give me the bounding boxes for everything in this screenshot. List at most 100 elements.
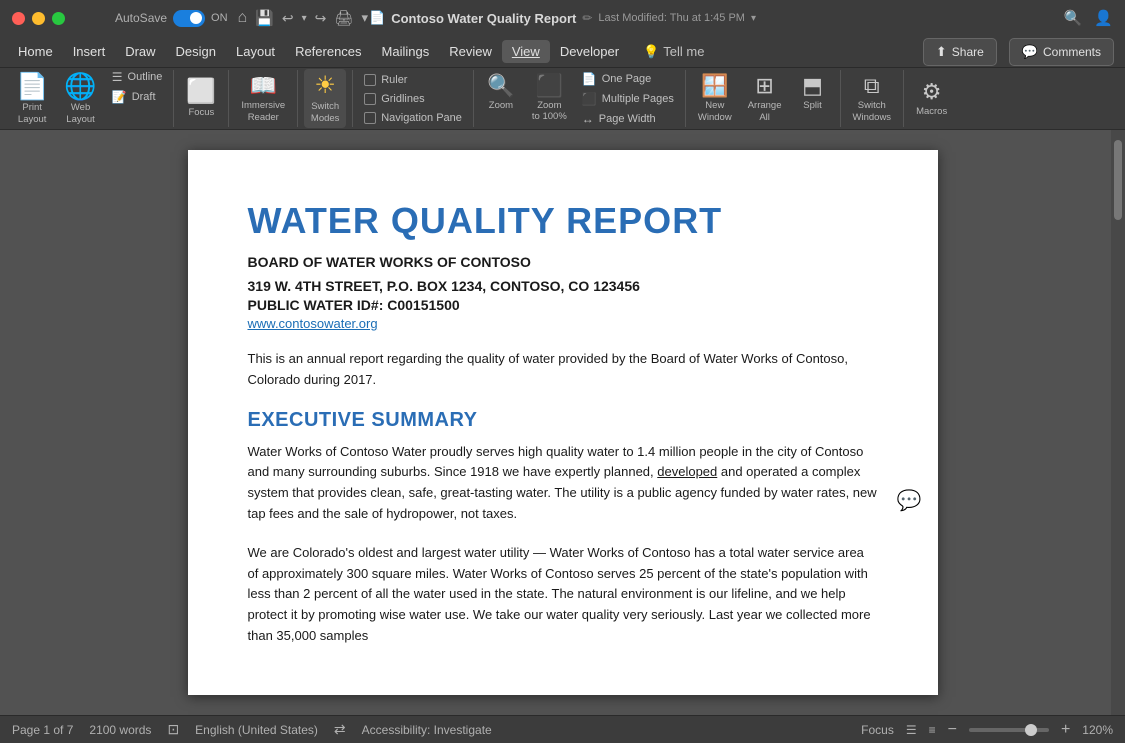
split-icon: ⬒ [802,74,823,98]
status-right: Focus ☰ ≡ − + 120% [861,721,1113,739]
web-layout-button[interactable]: 🌐 WebLayout [58,68,102,129]
menu-review[interactable]: Review [439,40,502,63]
align-left-icon[interactable]: ☰ [906,723,917,737]
document-address2: PUBLIC WATER ID#: C00151500 [248,297,878,313]
zoom-plus-button[interactable]: + [1061,721,1070,739]
draft-button[interactable]: 📝 Draft [107,88,168,106]
outline-label: Outline [128,71,163,83]
language: English (United States) [195,723,318,737]
page-width-button[interactable]: ↔ Page Width [577,110,679,128]
menu-view[interactable]: View [502,40,550,63]
zoom-slider-area[interactable] [969,728,1049,732]
web-layout-icon: 🌐 [64,72,96,101]
zoom-slider-thumb[interactable] [1025,724,1037,736]
one-page-button[interactable]: 📄 One Page [577,70,679,88]
share-button[interactable]: ⬆ Share [923,38,997,66]
macros-button[interactable]: ⚙ Macros [910,76,953,122]
ribbon-group-macros: ⚙ Macros [904,70,959,127]
comments-label: Comments [1043,45,1101,59]
home-icon[interactable]: ⌂ [238,9,248,27]
menu-design[interactable]: Design [166,40,226,63]
switch-modes-button[interactable]: ☀ SwitchModes [304,69,346,128]
track-changes-icon[interactable]: ⇄ [334,721,346,738]
document-subtitle: BOARD OF WATER WORKS OF CONTOSO [248,254,878,270]
zoom-level: 120% [1082,723,1113,737]
print-layout-button[interactable]: 📄 PrintLayout [10,68,54,129]
redo-icon[interactable]: ↪ [315,10,327,27]
modified-label: Last Modified: Thu at 1:45 PM [598,12,745,24]
menu-developer[interactable]: Developer [550,40,629,63]
draft-label: Draft [132,91,156,103]
gridlines-button[interactable]: Gridlines [359,91,467,107]
document: WATER QUALITY REPORT BOARD OF WATER WORK… [188,150,938,695]
undo-icon[interactable]: ↩ [282,10,294,27]
document-website[interactable]: www.contosowater.org [248,316,878,331]
ribbon-group-switch: ☀ SwitchModes [298,70,353,127]
arrange-all-label: ArrangeAll [748,100,782,123]
navigation-pane-button[interactable]: Navigation Pane [359,110,467,126]
modified-dropdown-icon[interactable]: ▾ [751,13,756,24]
menu-home[interactable]: Home [8,40,63,63]
menu-references[interactable]: References [285,40,371,63]
zoom-100-label: Zoomto 100% [532,100,567,123]
print-layout-icon: 📄 [16,72,48,101]
multiple-pages-button[interactable]: ⬛ Multiple Pages [577,90,679,108]
fullscreen-button[interactable] [52,12,65,25]
share-icon: ⬆ [936,44,947,60]
menu-layout[interactable]: Layout [226,40,285,63]
immersive-reader-button[interactable]: 📖 ImmersiveReader [235,70,291,127]
accessibility-label[interactable]: Accessibility: Investigate [362,723,492,737]
switch-windows-button[interactable]: ⧉ SwitchWindows [847,70,898,127]
navigation-label: Navigation Pane [381,112,462,124]
comment-icon: 💬 [1022,44,1038,60]
autosave-area: AutoSave ON [115,10,228,27]
zoom-button[interactable]: 🔍 Zoom [480,70,522,116]
menu-mailings[interactable]: Mailings [372,40,440,63]
doc-title: Contoso Water Quality Report [391,11,576,26]
switch-windows-icon: ⧉ [864,74,880,98]
outline-button[interactable]: ☰ Outline [107,68,168,86]
pencil-icon: ✏ [582,11,592,25]
menu-insert[interactable]: Insert [63,40,116,63]
arrange-all-button[interactable]: ⊞ ArrangeAll [742,70,788,127]
new-window-button[interactable]: 🪟 NewWindow [692,70,738,127]
navigation-checkbox[interactable] [364,112,376,124]
exec-summary-p1: Water Works of Contoso Water proudly ser… [248,442,878,525]
comment-bubble[interactable]: 💬 [897,488,922,513]
align-center-icon[interactable]: ≡ [929,723,936,737]
scrollbar-thumb[interactable] [1114,140,1122,220]
split-button[interactable]: ⬒ Split [792,70,834,116]
ribbon: 📄 PrintLayout 🌐 WebLayout ☰ Outline 📝 Dr… [0,68,1125,130]
search-icon[interactable]: 🔍 [1064,9,1083,27]
ribbon-group-immersive: 📖 ImmersiveReader [229,70,298,127]
zoom-100-button[interactable]: ⬛ Zoomto 100% [526,70,573,127]
more-icon[interactable]: ▾ [361,10,368,26]
zoom-minus-button[interactable]: − [948,721,957,739]
menu-draw[interactable]: Draw [115,40,165,63]
zoom-label: Zoom [489,100,513,111]
autosave-knob [190,12,202,24]
autosave-label: AutoSave [115,11,167,25]
close-button[interactable] [12,12,25,25]
focus-button-status[interactable]: Focus [861,723,894,737]
focus-label: Focus [188,107,214,118]
autosave-toggle[interactable] [173,10,205,27]
undo-dropdown-icon[interactable]: ▾ [302,13,307,24]
profile-icon[interactable]: 👤 [1094,9,1113,27]
print-icon[interactable]: 🖨 [334,9,353,27]
word-count-icon[interactable]: ⊡ [167,721,179,738]
focus-button[interactable]: ⬜ Focus [180,75,222,123]
save-icon[interactable]: 💾 [255,9,274,27]
ruler-checkbox[interactable] [364,74,376,86]
ruler-button[interactable]: Ruler [359,72,467,88]
ribbon-group-views: 📄 PrintLayout 🌐 WebLayout ☰ Outline 📝 Dr… [4,70,174,127]
outline-icon: ☰ [112,70,123,84]
zoom-slider[interactable] [969,728,1049,732]
macros-label: Macros [916,106,947,117]
scrollbar[interactable] [1111,130,1125,715]
gridlines-checkbox[interactable] [364,93,376,105]
minimize-button[interactable] [32,12,45,25]
tell-me-btn[interactable]: 💡 Tell me [635,40,712,64]
comments-button[interactable]: 💬 Comments [1009,38,1114,66]
arrange-all-icon: ⊞ [755,74,773,98]
